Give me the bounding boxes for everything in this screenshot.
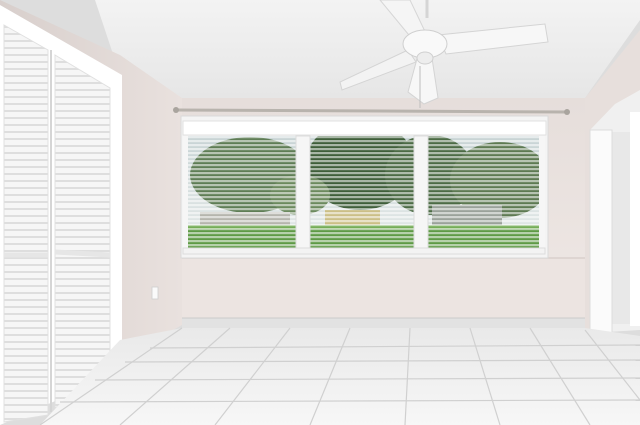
room-photo [0, 0, 640, 425]
window-with-blinds [180, 115, 549, 259]
baseboard [182, 317, 585, 328]
tile-floor [39, 327, 640, 425]
wall-outlet-icon [151, 286, 159, 300]
doorway[interactable] [589, 90, 640, 336]
